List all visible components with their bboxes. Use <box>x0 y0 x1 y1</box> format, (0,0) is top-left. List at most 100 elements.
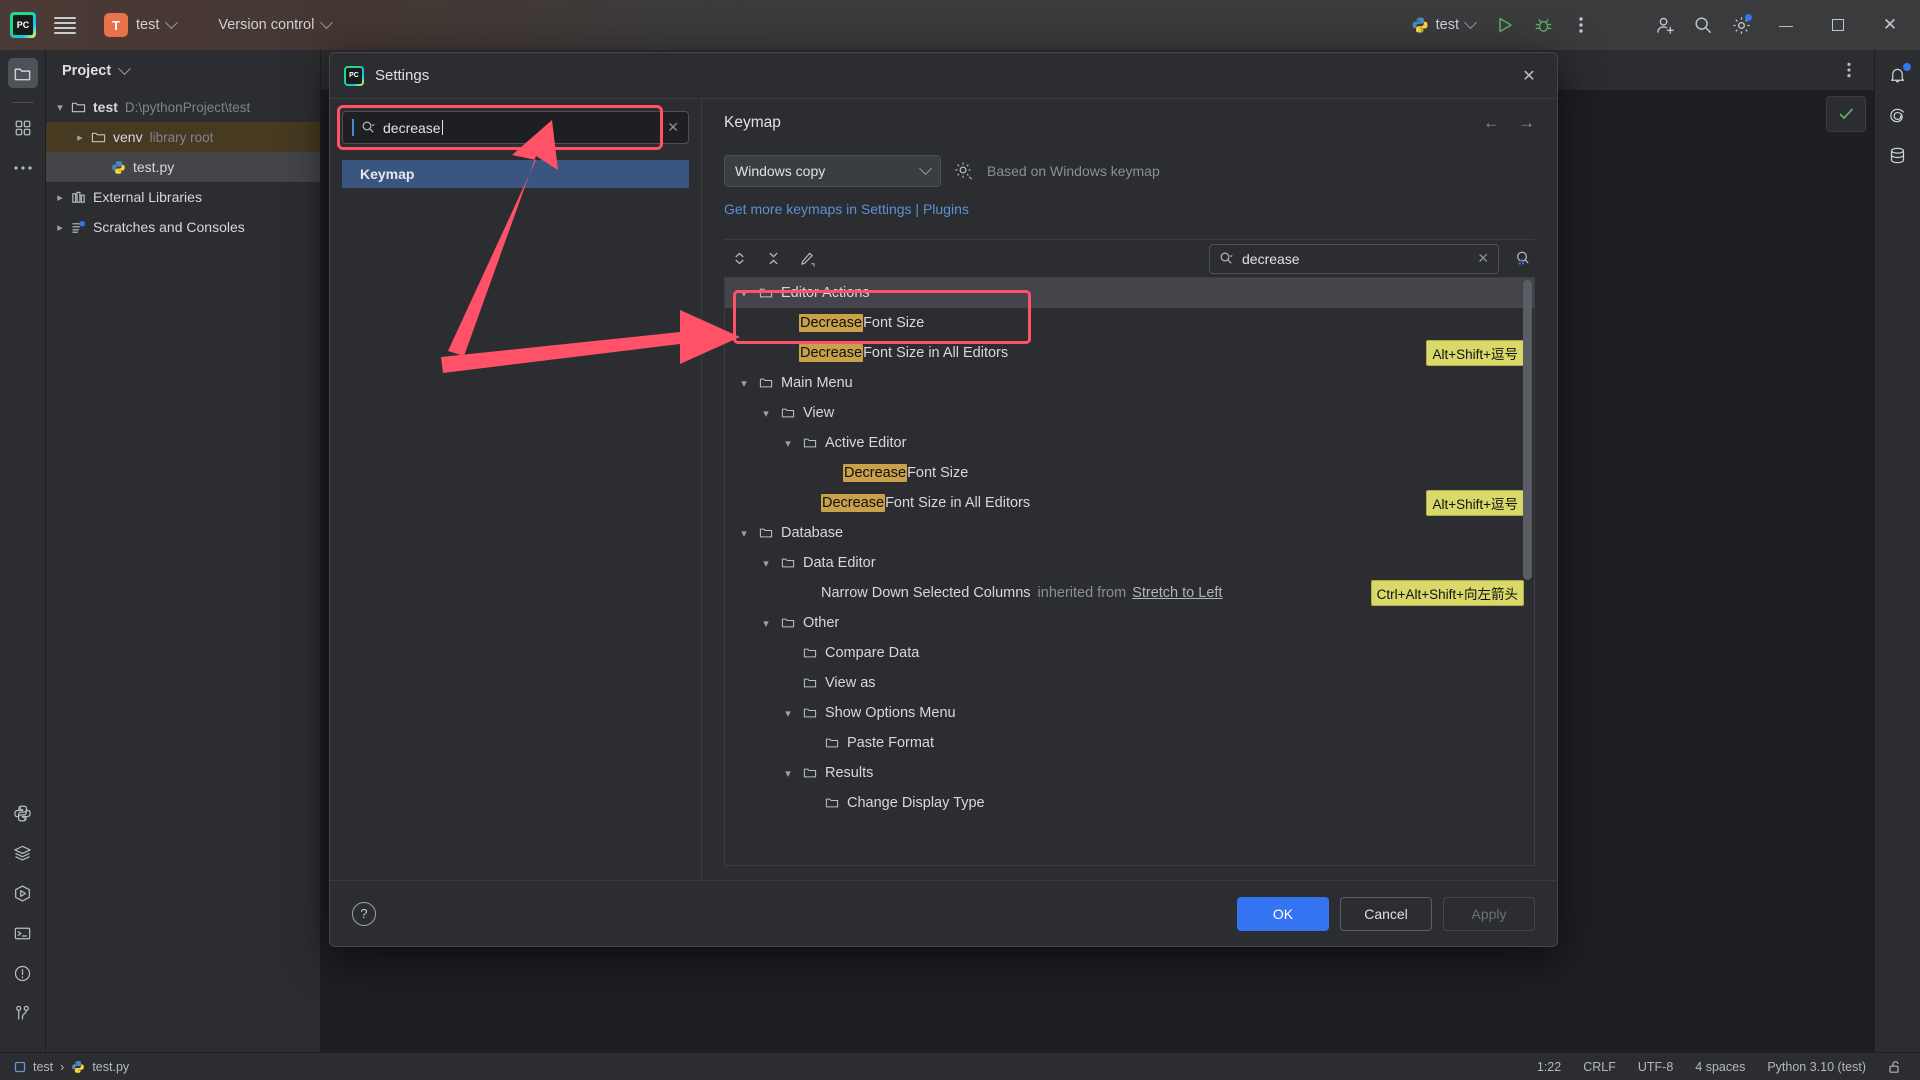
run-icon[interactable] <box>1488 8 1522 42</box>
get-more-keymaps-link[interactable]: Get more keymaps in Settings | Plugins <box>724 201 1535 217</box>
chevron-down-icon[interactable]: ▾ <box>733 527 755 540</box>
chevron-down-icon[interactable]: ▾ <box>733 377 755 390</box>
keymap-tree-action[interactable]: Decrease Font Size <box>725 458 1534 488</box>
project-panel-header[interactable]: Project <box>46 50 320 92</box>
collapse-all-icon[interactable] <box>758 244 788 274</box>
ok-button[interactable]: OK <box>1237 897 1329 931</box>
dialog-close-button[interactable]: ✕ <box>1515 62 1543 90</box>
help-button[interactable]: ? <box>352 902 376 926</box>
project-tree-row[interactable]: test.py <box>46 152 320 182</box>
keymap-tree-group[interactable]: Compare Data <box>725 638 1534 668</box>
run-tool-icon[interactable] <box>8 878 38 908</box>
more-vertical-icon[interactable] <box>1564 8 1598 42</box>
keymap-tree-action[interactable]: Decrease Font Size in All EditorsAlt+Shi… <box>725 338 1534 368</box>
keymap-tree-group[interactable]: ▾Active Editor <box>725 428 1534 458</box>
keymap-gear-icon[interactable] <box>953 160 975 182</box>
clear-icon[interactable]: ✕ <box>1477 250 1489 267</box>
keymap-tree-group[interactable]: ▾Show Options Menu <box>725 698 1534 728</box>
settings-search-input[interactable]: decrease ✕ <box>342 111 689 144</box>
keymap-tree-label: Other <box>803 615 839 631</box>
keymap-tree-group[interactable]: Change Display Type <box>725 788 1534 818</box>
search-dropdown-icon[interactable] <box>1219 251 1234 266</box>
nav-back-icon[interactable]: ← <box>1483 113 1500 133</box>
hamburger-menu-icon[interactable] <box>54 17 76 34</box>
gear-icon[interactable] <box>1724 8 1758 42</box>
folder-icon <box>777 616 799 630</box>
version-control-icon[interactable] <box>8 998 38 1028</box>
database-layers-icon[interactable] <box>8 838 38 868</box>
tree-scrollbar[interactable] <box>1523 280 1532 580</box>
breadcrumb-file[interactable]: test.py <box>92 1060 129 1074</box>
keymap-tree-group[interactable]: ▾Editor Actions <box>725 278 1534 308</box>
project-tree-row[interactable]: ▸External Libraries <box>46 182 320 212</box>
chevron-down-icon[interactable]: ▾ <box>755 407 777 420</box>
project-tree-row[interactable]: ▾testD:\pythonProject\test <box>46 92 320 122</box>
settings-nav-item-keymap[interactable]: Keymap <box>342 160 689 188</box>
keymap-tree-action[interactable]: Decrease Font Size <box>725 308 1534 338</box>
keymap-select[interactable]: Windows copy <box>724 155 941 187</box>
ai-assistant-icon[interactable] <box>1883 100 1913 130</box>
chevron-down-icon[interactable]: ▾ <box>52 101 68 114</box>
add-account-icon[interactable] <box>1648 8 1682 42</box>
database-icon[interactable] <box>1883 140 1913 170</box>
keymap-tree-group[interactable]: View as <box>725 668 1534 698</box>
chevron-right-icon[interactable]: ▸ <box>52 191 68 204</box>
keymap-tree-group[interactable]: ▾Database <box>725 518 1534 548</box>
expand-collapse-icon[interactable] <box>724 244 754 274</box>
keymap-filter-input[interactable]: decrease ✕ <box>1209 244 1499 274</box>
find-by-shortcut-icon[interactable] <box>1509 246 1535 272</box>
chevron-down-icon[interactable]: ▾ <box>733 287 755 300</box>
python-interpreter[interactable]: Python 3.10 (test) <box>1767 1060 1866 1074</box>
run-configuration-selector[interactable]: test <box>1402 12 1484 38</box>
inspection-status-widget[interactable] <box>1826 96 1866 132</box>
python-icon <box>1411 16 1429 34</box>
clear-icon[interactable]: ✕ <box>667 119 679 136</box>
chevron-down-icon[interactable]: ▾ <box>777 707 799 720</box>
debug-icon[interactable] <box>1526 8 1560 42</box>
window-minimize-button[interactable]: — <box>1762 0 1810 50</box>
window-close-button[interactable]: ✕ <box>1866 0 1914 50</box>
cancel-button[interactable]: Cancel <box>1340 897 1432 931</box>
project-selector[interactable]: T test <box>96 10 184 40</box>
keymap-tree-group[interactable]: ▾Results <box>725 758 1534 788</box>
keymap-tree-group[interactable]: Paste Format <box>725 728 1534 758</box>
indent-setting[interactable]: 4 spaces <box>1695 1060 1745 1074</box>
keymap-tree-action[interactable]: Narrow Down Selected Columnsinherited fr… <box>725 578 1534 608</box>
chevron-right-icon[interactable]: ▸ <box>72 131 88 144</box>
version-control-selector[interactable]: Version control <box>210 14 339 36</box>
breadcrumb-project[interactable]: test <box>33 1060 53 1074</box>
inherited-from-link[interactable]: Stretch to Left <box>1132 585 1222 601</box>
keymap-tree-group[interactable]: ▾ Other <box>725 608 1534 638</box>
caret-position[interactable]: 1:22 <box>1537 1060 1561 1074</box>
problems-icon[interactable] <box>8 958 38 988</box>
search-icon[interactable] <box>1686 8 1720 42</box>
chevron-down-icon[interactable]: ▾ <box>777 437 799 450</box>
nav-forward-icon[interactable]: → <box>1518 113 1535 133</box>
edit-shortcut-icon[interactable] <box>792 244 822 274</box>
chevron-right-icon[interactable]: ▸ <box>52 221 68 234</box>
keymap-tree-group[interactable]: ▾View <box>725 398 1534 428</box>
line-separator[interactable]: CRLF <box>1583 1060 1616 1074</box>
project-tree-row[interactable]: ▸Scratches and Consoles <box>46 212 320 242</box>
chevron-down-icon[interactable]: ▾ <box>755 617 777 630</box>
keymap-actions-tree[interactable]: ▾Editor ActionsDecrease Font SizeDecreas… <box>724 277 1535 866</box>
keymap-tree-group[interactable]: ▾Data Editor <box>725 548 1534 578</box>
terminal-icon[interactable] <box>8 918 38 948</box>
chevron-down-icon[interactable]: ▾ <box>777 767 799 780</box>
project-tree-row[interactable]: ▸venvlibrary root <box>46 122 320 152</box>
window-maximize-button[interactable] <box>1814 0 1862 50</box>
keymap-tree-action[interactable]: Decrease Font Size in All EditorsAlt+Shi… <box>725 488 1534 518</box>
search-dropdown-icon[interactable] <box>361 120 376 135</box>
close-glyph: ✕ <box>1883 15 1897 35</box>
project-tool-icon[interactable] <box>8 58 38 88</box>
chevron-down-icon[interactable]: ▾ <box>755 557 777 570</box>
folder-icon <box>799 706 821 720</box>
python-console-icon[interactable] <box>8 798 38 828</box>
file-encoding[interactable]: UTF-8 <box>1638 1060 1673 1074</box>
keymap-tree-group[interactable]: ▾Main Menu <box>725 368 1534 398</box>
structure-tool-icon[interactable] <box>8 113 38 143</box>
unlocked-icon[interactable] <box>1888 1060 1902 1074</box>
notifications-icon[interactable] <box>1883 60 1913 90</box>
editor-more-icon[interactable] <box>1832 53 1866 87</box>
more-tool-windows-icon[interactable] <box>8 153 38 183</box>
